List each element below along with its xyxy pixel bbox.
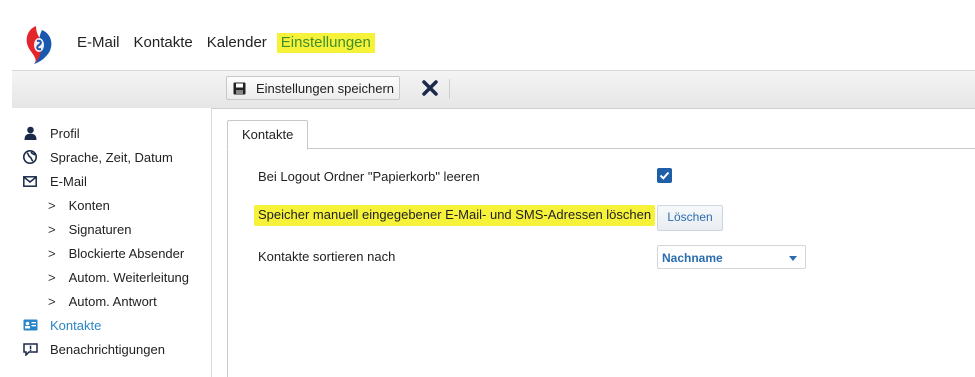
settings-content: Kontakte Bei Logout Ordner "Papierkorb" … bbox=[227, 108, 975, 377]
nav-einstellungen[interactable]: Einstellungen bbox=[276, 33, 375, 53]
toolbar-divider bbox=[449, 79, 450, 99]
chevron-right-icon: > bbox=[48, 245, 56, 261]
sort-contacts-value: Nachname bbox=[662, 251, 723, 265]
settings-sidebar: Profil Sprache, Zeit, Datum E-Mail > Kon… bbox=[12, 108, 212, 377]
chevron-right-icon: > bbox=[48, 293, 56, 309]
main-navigation: E-Mail Kontakte Kalender Einstellungen bbox=[77, 33, 389, 53]
sidebar-item-antwort[interactable]: > Autom. Antwort bbox=[12, 290, 157, 312]
chevron-right-icon: > bbox=[48, 221, 56, 237]
close-icon[interactable] bbox=[420, 77, 440, 99]
globe-icon bbox=[22, 149, 38, 165]
sidebar-item-benachrichtigungen[interactable]: Benachrichtigungen bbox=[12, 338, 165, 360]
floppy-disk-icon bbox=[233, 82, 246, 94]
chevron-down-icon bbox=[789, 256, 797, 261]
sidebar-item-blockierte-absender[interactable]: > Blockierte Absender bbox=[12, 242, 184, 264]
toolbar: Einstellungen speichern bbox=[12, 70, 975, 109]
sidebar-item-email[interactable]: E-Mail bbox=[12, 170, 87, 192]
sidebar-item-konten[interactable]: > Konten bbox=[12, 194, 110, 216]
contacts-card-icon bbox=[22, 317, 38, 333]
sidebar-item-label: Konten bbox=[68, 197, 110, 213]
panel-border bbox=[227, 148, 228, 377]
delete-button[interactable]: Löschen bbox=[657, 205, 723, 231]
person-icon bbox=[22, 125, 38, 141]
chevron-right-icon: > bbox=[48, 197, 56, 213]
delete-manual-addresses-label: Speicher manuell eingegebener E-Mail- un… bbox=[254, 205, 656, 226]
sidebar-item-label: E-Mail bbox=[50, 173, 87, 189]
tab-kontakte[interactable]: Kontakte bbox=[227, 120, 309, 150]
checkmark-icon bbox=[659, 171, 670, 180]
delete-manual-addresses-text: Speicher manuell eingegebener E-Mail- un… bbox=[254, 205, 656, 226]
sidebar-item-profil[interactable]: Profil bbox=[12, 122, 80, 144]
sort-contacts-label: Kontakte sortieren nach bbox=[258, 249, 396, 264]
sort-contacts-select[interactable]: Nachname bbox=[657, 245, 806, 269]
sidebar-item-weiterleitung[interactable]: > Autom. Weiterleitung bbox=[12, 266, 189, 288]
sidebar-item-label: Kontakte bbox=[50, 317, 102, 333]
sidebar-item-kontakte[interactable]: Kontakte bbox=[12, 314, 101, 336]
sidebar-item-label: Profil bbox=[50, 125, 80, 141]
tab-underline bbox=[227, 148, 975, 149]
sidebar-item-label: Benachrichtigungen bbox=[50, 341, 165, 357]
envelope-icon bbox=[22, 173, 38, 189]
sidebar-item-signaturen[interactable]: > Signaturen bbox=[12, 218, 131, 240]
chevron-right-icon: > bbox=[48, 269, 56, 285]
sidebar-item-sprache[interactable]: Sprache, Zeit, Datum bbox=[12, 146, 173, 168]
app-header: E-Mail Kontakte Kalender Einstellungen bbox=[0, 0, 975, 70]
swisscom-logo-icon[interactable] bbox=[22, 24, 56, 64]
sidebar-item-label: Autom. Antwort bbox=[68, 293, 157, 309]
empty-trash-on-logout-checkbox[interactable] bbox=[657, 168, 672, 183]
nav-kalender[interactable]: Kalender bbox=[207, 33, 267, 53]
save-settings-label: Einstellungen speichern bbox=[256, 80, 395, 96]
nav-kontakte[interactable]: Kontakte bbox=[134, 33, 193, 53]
save-settings-button[interactable]: Einstellungen speichern bbox=[226, 76, 400, 100]
sidebar-item-label: Blockierte Absender bbox=[68, 245, 185, 261]
sidebar-item-label: Signaturen bbox=[68, 221, 132, 237]
sidebar-item-label: Sprache, Zeit, Datum bbox=[50, 149, 173, 165]
notification-icon bbox=[22, 341, 38, 357]
empty-trash-on-logout-label: Bei Logout Ordner "Papierkorb" leeren bbox=[258, 169, 480, 184]
nav-email[interactable]: E-Mail bbox=[77, 33, 120, 53]
sidebar-item-label: Autom. Weiterleitung bbox=[68, 269, 190, 285]
